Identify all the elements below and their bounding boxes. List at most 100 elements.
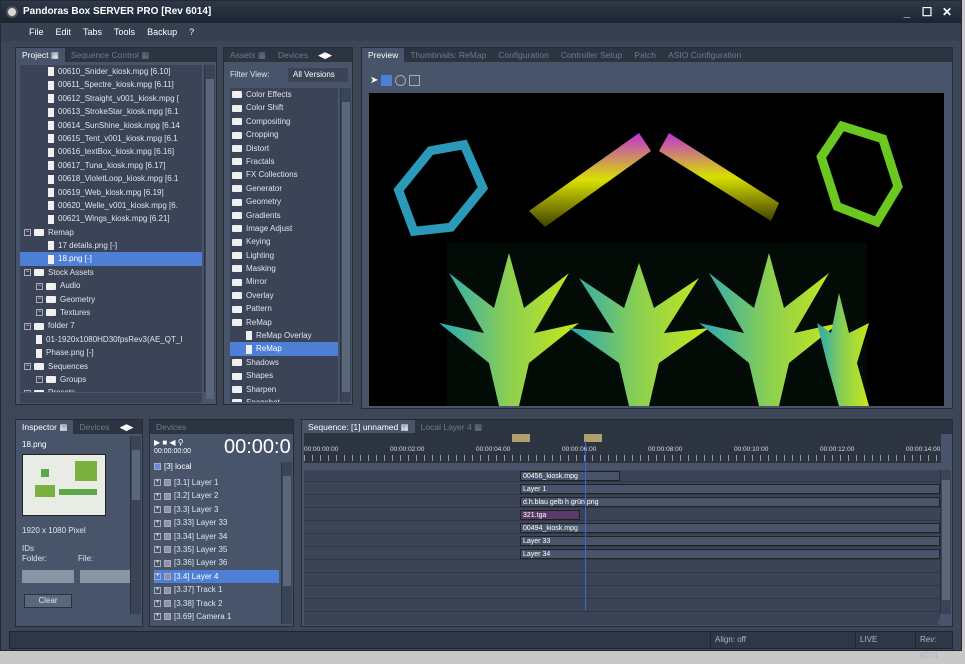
expand-icon[interactable]: + — [154, 613, 161, 621]
project-tree-item[interactable]: 00616_textBox_kiosk.mpg [6.16] — [20, 145, 202, 158]
asset-tree-item[interactable]: Fractals — [230, 155, 338, 168]
layer-item[interactable]: + [3.35] Layer 35 — [154, 543, 279, 556]
project-scrollbar[interactable] — [204, 65, 215, 399]
playhead[interactable] — [585, 441, 586, 611]
timeline-clip[interactable]: 321.tga — [520, 510, 580, 520]
expand-icon[interactable]: − — [24, 322, 31, 330]
asset-tree-item[interactable]: Gradients — [230, 209, 338, 222]
layer-item[interactable]: +[3.70] Camera 2 — [154, 623, 279, 624]
timeline-lane[interactable] — [304, 574, 940, 586]
project-tree-item[interactable]: − Audio — [20, 279, 202, 292]
cue-marker[interactable] — [512, 434, 530, 442]
filter-dropdown[interactable]: All Versions — [288, 68, 348, 82]
layer-item[interactable]: + [3.38] Track 2 — [154, 597, 279, 610]
tab-inspector[interactable]: Inspector ▦ — [16, 420, 74, 434]
move-icon[interactable] — [381, 75, 393, 86]
expand-icon[interactable]: + — [154, 532, 161, 540]
asset-tree-item[interactable]: Mirror — [230, 275, 338, 288]
rotate-icon[interactable] — [395, 75, 407, 86]
project-tree-item[interactable]: 00620_Welle_v001_kiosk.mpg [6. — [20, 199, 202, 212]
layer-item[interactable]: + [3.2] Layer 2 — [154, 489, 279, 502]
preview-output[interactable] — [369, 93, 944, 406]
expand-icon[interactable]: − — [36, 376, 43, 384]
asset-tree-item[interactable]: ReMap Overlay — [230, 329, 338, 342]
expand-icon[interactable]: + — [154, 586, 161, 594]
timeline-lane[interactable] — [304, 587, 940, 599]
expand-icon[interactable]: + — [154, 599, 161, 607]
timeline-clip[interactable]: 00456_kiosk.mpg — [520, 471, 620, 481]
project-tree-item[interactable]: 00621_Wings_kiosk.mpg [6.21] — [20, 212, 202, 225]
tab-preview-1[interactable]: Thumbnails: ReMap — [404, 48, 492, 62]
project-tree-item[interactable]: − folder 7 — [20, 319, 202, 332]
expand-icon[interactable]: − — [36, 296, 43, 304]
tab-local-layer[interactable]: Local Layer 4 ▦ — [415, 420, 488, 434]
menu-edit[interactable]: Edit — [56, 23, 72, 41]
expand-icon[interactable]: + — [154, 573, 161, 581]
expand-icon[interactable]: + — [154, 492, 161, 500]
tab-preview-2[interactable]: Configuration — [492, 48, 555, 62]
menu-tabs[interactable]: Tabs — [83, 23, 102, 41]
tab-devices-top[interactable]: Devices — [272, 48, 314, 62]
timeline-lane[interactable] — [304, 470, 940, 482]
asset-tree-item[interactable]: Color Effects — [230, 88, 338, 101]
asset-tree-item[interactable]: Keying — [230, 235, 338, 248]
tab-preview-4[interactable]: Patch — [628, 48, 662, 62]
asset-tree-item[interactable]: Generator — [230, 182, 338, 195]
timeline-clip[interactable]: Layer 34 — [520, 549, 940, 559]
folder-field[interactable] — [22, 570, 74, 583]
tab-sequence[interactable]: Sequence: [1] unnamed ▦ — [302, 420, 415, 434]
layer-item[interactable]: + [3.3] Layer 3 — [154, 503, 279, 516]
project-tree-item[interactable]: 00613_StrokeStar_kiosk.mpg [6.1 — [20, 105, 202, 118]
project-tree-item[interactable]: − Groups — [20, 373, 202, 386]
layer-item[interactable]: + [3.37] Track 1 — [154, 583, 279, 596]
expand-icon[interactable]: − — [24, 389, 31, 392]
project-hscrollbar[interactable] — [20, 393, 202, 403]
timeline-lanes[interactable]: 00456_kiosk.mpg Layer 1 d.h.blau gelb h gr… — [304, 470, 940, 625]
tab-preview-3[interactable]: Controller Setup — [555, 48, 628, 62]
asset-tree-item[interactable]: Shadows — [230, 356, 338, 369]
asset-tree-item[interactable]: Overlay — [230, 289, 338, 302]
expand-icon[interactable]: + — [154, 546, 161, 554]
asset-tree-item[interactable]: Snapshot — [230, 396, 338, 402]
cue-marker[interactable] — [584, 434, 602, 442]
clear-button[interactable]: Clear — [24, 594, 72, 608]
project-tree-item[interactable]: 17 details.png [-] — [20, 239, 202, 252]
project-tree-item[interactable]: 00618_VioletLoop_kiosk.mpg [6.1 — [20, 172, 202, 185]
asset-tree-item[interactable]: Geometry — [230, 195, 338, 208]
layer-item[interactable]: + [3.4] Layer 4 — [154, 569, 279, 584]
layer-item[interactable]: + [3.36] Layer 36 — [154, 556, 279, 569]
pointer-icon[interactable]: ➤ — [370, 75, 378, 86]
project-tree-item[interactable]: 00615_Tent_v001_kiosk.mpg [6.1 — [20, 132, 202, 145]
asset-tree-item[interactable]: Color Shift — [230, 101, 338, 114]
layer-item[interactable]: + [3.69] Camera 1 — [154, 610, 279, 623]
menu-tools[interactable]: Tools — [114, 23, 135, 41]
asset-tree-item[interactable]: ReMap — [230, 342, 338, 356]
tab-preview-5[interactable]: ASIO Configuration — [662, 48, 747, 62]
asset-tree-item[interactable]: Image Adjust — [230, 222, 338, 235]
layer-item[interactable]: + [3.1] Layer 1 — [154, 476, 279, 489]
project-tree-item[interactable]: Phase.png [-] — [20, 346, 202, 359]
transport-icons[interactable]: ▶ ■ ◀ ⚲ — [154, 438, 184, 447]
assets-scrollbar[interactable] — [340, 88, 351, 402]
expand-icon[interactable]: − — [36, 282, 43, 290]
asset-tree-item[interactable]: Pattern — [230, 302, 338, 315]
timeline-lane[interactable] — [304, 561, 940, 573]
timeline-lane[interactable] — [304, 600, 940, 612]
timeline-clip[interactable]: 00494_kiosk.mpg — [520, 523, 940, 533]
maximize-icon[interactable]: ☐ — [919, 4, 935, 20]
expand-icon[interactable]: + — [154, 519, 161, 527]
minimize-icon[interactable]: _ — [899, 4, 915, 20]
timeline-clip[interactable]: Layer 33 — [520, 536, 940, 546]
scale-icon[interactable] — [409, 75, 421, 86]
tab-assets[interactable]: Assets ▦ — [224, 48, 272, 62]
asset-tree-item[interactable]: Sharpen — [230, 383, 338, 396]
project-tree-item[interactable]: 00612_Straight_v001_kiosk.mpg [ — [20, 92, 202, 105]
tab-sequence-control[interactable]: Sequence Control ▦ — [65, 48, 155, 62]
asset-tree-item[interactable]: Shapes — [230, 369, 338, 382]
project-tree-item[interactable]: − Geometry — [20, 293, 202, 306]
expand-icon[interactable]: − — [24, 229, 31, 237]
devices-scrollbar[interactable] — [281, 462, 292, 624]
project-tree-item[interactable]: − Remap — [20, 226, 202, 239]
project-tree-item[interactable]: − Textures — [20, 306, 202, 319]
project-tree-item[interactable]: 00610_Snider_kiosk.mpg [6.10] — [20, 65, 202, 78]
